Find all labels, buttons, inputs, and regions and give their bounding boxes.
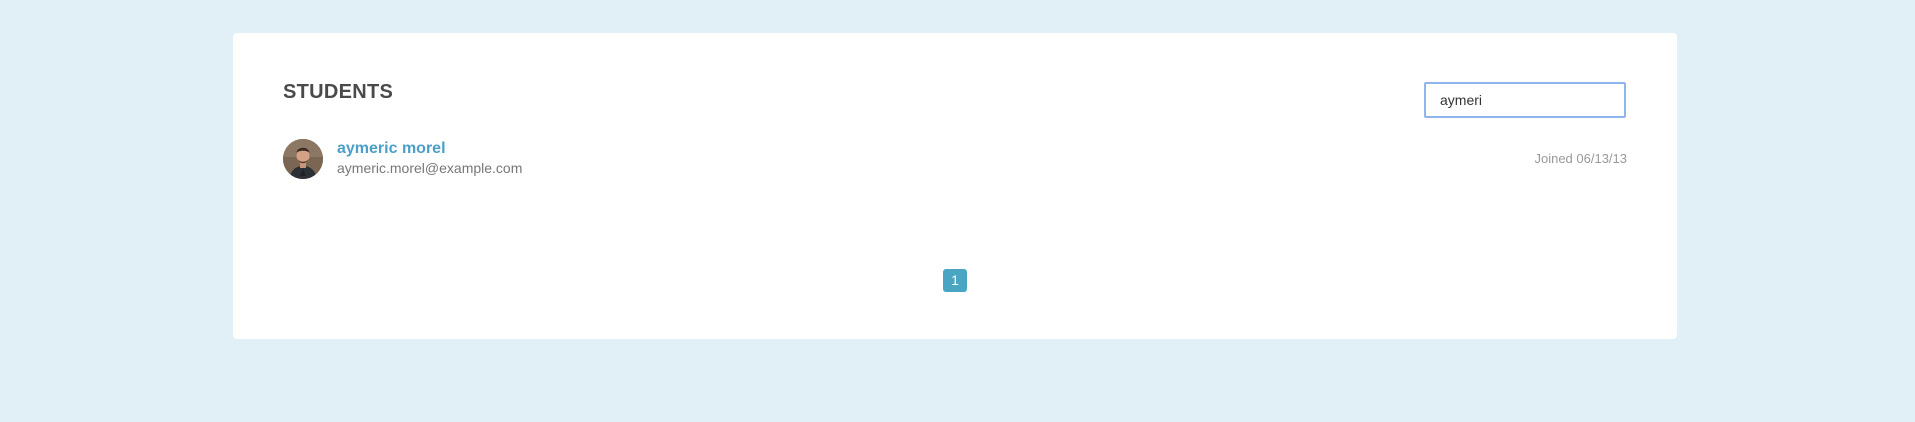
students-panel: STUDENTS aymeric morel aymeric.morel@exa…: [233, 33, 1677, 339]
student-joined-date: Joined 06/13/13: [1534, 151, 1627, 166]
search-input[interactable]: [1424, 82, 1626, 118]
avatar[interactable]: [283, 139, 323, 179]
student-name-link[interactable]: aymeric morel: [337, 140, 446, 158]
avatar-photo-icon: [283, 139, 323, 179]
page-title: STUDENTS: [283, 81, 394, 103]
pagination-page-button[interactable]: 1: [943, 269, 967, 292]
student-email: aymeric.morel@example.com: [337, 160, 523, 176]
student-row: aymeric morel aymeric.morel@example.com …: [283, 136, 1627, 180]
